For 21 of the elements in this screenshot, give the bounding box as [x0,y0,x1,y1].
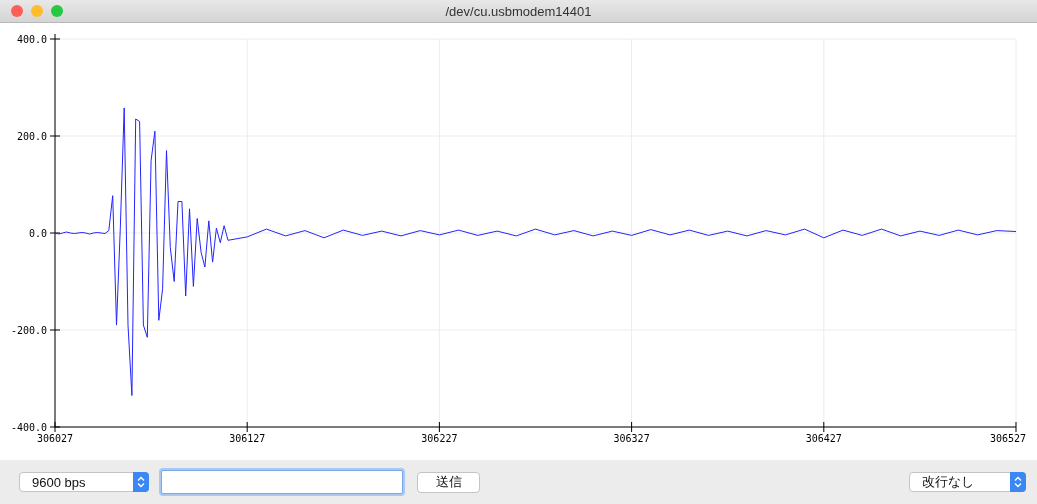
message-input[interactable] [161,470,403,494]
baud-rate-dropdown[interactable]: 9600 bps [19,472,149,492]
y-tick-label: 0.0 [28,228,47,239]
minimize-button[interactable] [31,5,43,17]
close-button[interactable] [11,5,23,17]
x-tick-label: 306127 [229,433,266,444]
y-tick-label: -400.0 [10,422,47,433]
y-tick-label: -200.0 [10,325,47,336]
x-tick-label: 306327 [613,433,650,444]
stepper-icon [133,472,149,492]
x-tick-label: 306027 [36,433,74,444]
zoom-button[interactable] [51,5,63,17]
x-tick-label: 306527 [989,433,1027,444]
window-title: /dev/cu.usbmodem14401 [444,3,593,19]
x-tick-label: 306227 [421,433,458,444]
x-tick-label: 306427 [805,433,842,444]
send-button[interactable]: 送信 [417,471,480,493]
y-tick-label: 400.0 [16,34,47,45]
stepper-icon [1010,472,1026,492]
line-ending-dropdown[interactable]: 改行なし [909,472,1026,492]
y-tick-label: 200.0 [16,131,47,142]
